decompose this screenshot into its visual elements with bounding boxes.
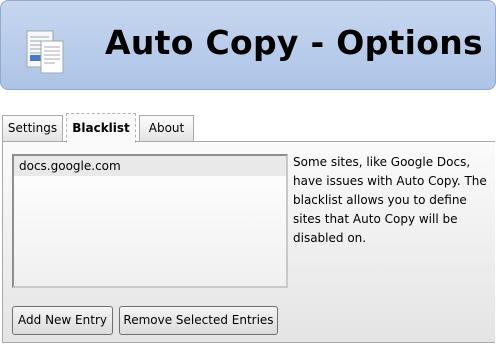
- list-item[interactable]: docs.google.com: [14, 156, 286, 176]
- tab-settings[interactable]: Settings: [2, 115, 63, 141]
- blacklist-description: Some sites, like Google Docs, have issue…: [293, 155, 487, 245]
- page-title: Auto Copy - Options: [105, 23, 483, 62]
- header-banner: Auto Copy - Options: [0, 0, 496, 90]
- blacklist-listbox[interactable]: docs.google.com: [12, 154, 288, 288]
- auto-copy-logo-icon: [26, 30, 64, 74]
- blacklist-panel: docs.google.com Some sites, like Google …: [2, 141, 495, 343]
- tab-blacklist[interactable]: Blacklist: [66, 113, 136, 143]
- remove-selected-entries-button[interactable]: Remove Selected Entries: [119, 306, 278, 335]
- add-new-entry-button[interactable]: Add New Entry: [12, 306, 113, 335]
- tab-about[interactable]: About: [139, 115, 194, 141]
